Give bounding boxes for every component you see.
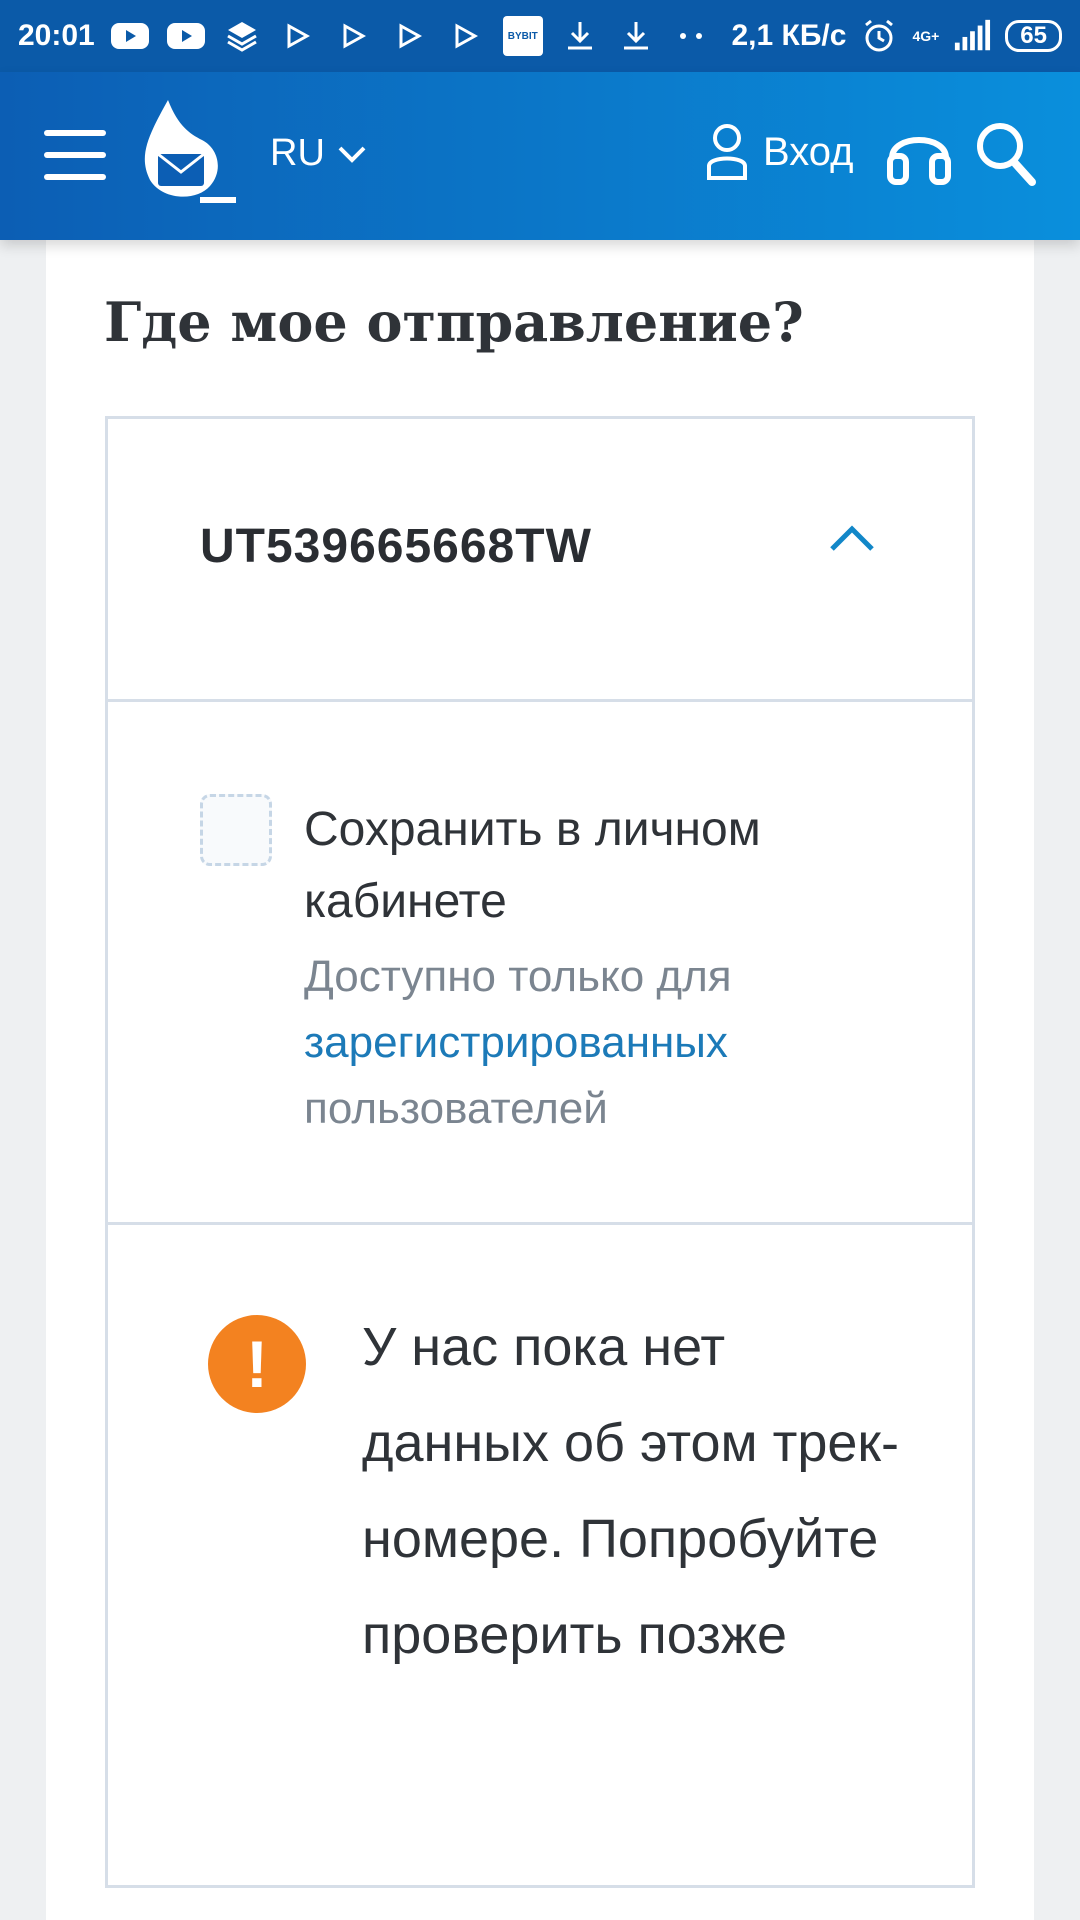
login-button[interactable]: Вход: [705, 122, 854, 182]
alarm-icon: [860, 17, 898, 55]
battery-indicator: 65: [1005, 20, 1062, 52]
language-selector[interactable]: RU: [270, 132, 367, 175]
support-headset-icon[interactable]: [884, 118, 954, 188]
chevron-up-icon[interactable]: [826, 517, 878, 557]
alert-message: У нас пока нет данных об этом трек-номер…: [362, 1317, 900, 1665]
note-prefix: Доступно только для: [304, 952, 732, 1001]
exclamation-icon: !: [208, 1315, 306, 1413]
save-checkbox[interactable]: [200, 794, 272, 866]
post-logo-icon[interactable]: [138, 96, 238, 208]
status-right: 2,1 КБ/с 4G+ 65: [731, 17, 1062, 55]
chevron-down-icon: [338, 146, 366, 163]
search-icon[interactable]: [974, 120, 1038, 190]
menu-icon[interactable]: [44, 130, 106, 180]
registered-link[interactable]: зарегистрированных: [304, 1010, 904, 1076]
save-note: Доступно только для зарегистрированных п…: [304, 944, 904, 1142]
bybit-icon: BYBIT: [502, 16, 543, 56]
login-label: Вход: [763, 129, 854, 174]
alert-section: ! У нас пока нет данных об этом трек-ном…: [105, 1222, 975, 1888]
network-type: 4G+: [912, 28, 940, 44]
page-title: Где мое отправление?: [104, 290, 804, 354]
play-icon: [447, 17, 485, 55]
site-header: RU Вход: [0, 72, 1080, 240]
layers-icon: [223, 17, 261, 55]
download-icon: [617, 17, 655, 55]
language-label: RU: [270, 132, 325, 174]
bybit-label: BYBIT: [507, 30, 538, 42]
more-dots-icon: [673, 17, 711, 55]
download-icon: [561, 17, 599, 55]
signal-icon: [953, 17, 991, 55]
youtube-icon: [166, 17, 205, 55]
network-speed: 2,1 КБ/с: [731, 19, 847, 52]
play-icon: [279, 17, 317, 55]
tracking-number: UT539665668TW: [200, 520, 592, 573]
play-icon: [391, 17, 429, 55]
youtube-icon: [110, 17, 149, 55]
note-suffix: пользователей: [304, 1084, 608, 1133]
status-bar: 20:01 BYBIT 2,1 КБ/с 4G+ 65: [0, 0, 1080, 72]
notification-icons: BYBIT: [110, 16, 711, 56]
status-time: 20:01: [18, 19, 95, 52]
tracking-header[interactable]: UT539665668TW: [105, 416, 975, 702]
save-label: Сохранить в личном кабинете: [304, 803, 761, 928]
save-section: Сохранить в личном кабинете Доступно тол…: [105, 699, 975, 1225]
user-icon: [707, 124, 747, 180]
play-icon: [335, 17, 373, 55]
